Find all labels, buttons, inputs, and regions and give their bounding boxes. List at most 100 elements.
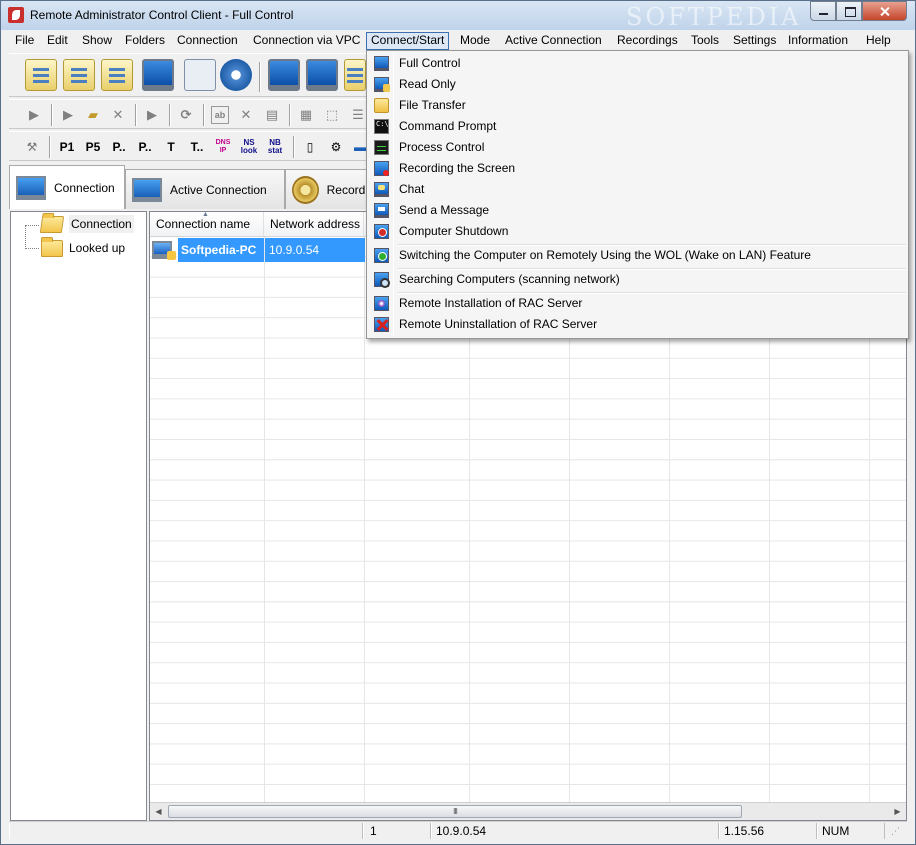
horizontal-scrollbar[interactable]: ◀ III ▶ xyxy=(150,802,906,820)
menu-item-file-transfer[interactable]: File Transfer xyxy=(369,95,906,116)
menu-edit[interactable]: Edit xyxy=(43,32,72,50)
tools-icon[interactable]: ⚒ xyxy=(23,138,41,156)
ping-options-icon[interactable]: P.. xyxy=(136,138,154,156)
file-transfer-icon[interactable] xyxy=(344,59,366,91)
menu-connect-start[interactable]: Connect/Start xyxy=(366,32,450,50)
sort-ascending-icon: ▲ xyxy=(202,211,209,218)
details-view-icon[interactable]: ☰ xyxy=(349,106,367,124)
menu-item-remote-install[interactable]: Remote Installation of RAC Server xyxy=(369,293,906,314)
trace-options-icon[interactable]: T.. xyxy=(188,138,206,156)
connection-properties-icon[interactable] xyxy=(101,59,133,91)
play-icon[interactable]: ▶ xyxy=(59,106,77,124)
menu-item-recording-screen[interactable]: Recording the Screen xyxy=(369,158,906,179)
menu-information[interactable]: Information xyxy=(784,32,852,50)
tree-item-connection[interactable]: Connection xyxy=(39,213,134,235)
dns-ip-icon[interactable]: DNS IP xyxy=(214,138,232,156)
select-icon[interactable]: ⬚ xyxy=(323,106,341,124)
menu-item-command-prompt[interactable]: C:\ Command Prompt xyxy=(369,116,906,137)
toolbar-separator xyxy=(293,136,295,158)
close-button[interactable] xyxy=(862,1,907,21)
ping-continuous-icon[interactable]: P.. xyxy=(110,138,128,156)
menu-mode[interactable]: Mode xyxy=(456,32,494,50)
menu-item-label: Chat xyxy=(399,182,425,196)
remove-icon[interactable]: ✕ xyxy=(237,106,255,124)
toolbar-separator xyxy=(169,104,171,126)
maximize-button[interactable] xyxy=(836,1,862,21)
scroll-right-icon[interactable]: ▶ xyxy=(889,803,906,820)
open-folder-icon[interactable]: ▰ xyxy=(84,106,102,124)
tree-item-label: Looked up xyxy=(69,241,126,255)
title-bar[interactable]: Remote Administrator Control Client - Fu… xyxy=(1,1,915,31)
rename-icon[interactable]: ab xyxy=(211,106,229,124)
play-icon[interactable]: ▶ xyxy=(25,106,43,124)
toolbar-separator xyxy=(289,104,291,126)
menu-item-label: Process Control xyxy=(399,140,485,154)
monitor-icon xyxy=(132,177,162,202)
menu-help[interactable]: Help xyxy=(862,32,895,50)
settings-gear-icon[interactable] xyxy=(220,59,252,91)
menu-item-label: Send a Message xyxy=(399,203,490,217)
trace-icon[interactable]: T xyxy=(162,138,180,156)
status-version: 1.15.56 xyxy=(719,823,817,839)
monitor-icon xyxy=(374,56,389,71)
menu-connection[interactable]: Connection xyxy=(173,32,242,50)
menu-show[interactable]: Show xyxy=(78,32,116,50)
tree-connector xyxy=(25,225,39,226)
menu-item-label: Command Prompt xyxy=(399,119,497,133)
delete-icon[interactable]: ✕ xyxy=(109,106,127,124)
menu-item-read-only[interactable]: Read Only xyxy=(369,74,906,95)
refresh-icon[interactable]: ⟳ xyxy=(177,106,195,124)
menu-item-label: File Transfer xyxy=(399,98,466,112)
column-divider xyxy=(264,236,265,804)
menu-item-chat[interactable]: Chat xyxy=(369,179,906,200)
nbstat-icon[interactable]: NB stat xyxy=(266,138,284,156)
menu-item-wake-on-lan[interactable]: Switching the Computer on Remotely Using… xyxy=(369,245,906,266)
status-numlock: NUM xyxy=(817,823,885,839)
menu-active-connection[interactable]: Active Connection xyxy=(501,32,606,50)
menu-item-send-message[interactable]: Send a Message xyxy=(369,200,906,221)
grid-view-icon[interactable]: ▦ xyxy=(297,106,315,124)
tab-recordings[interactable]: Recordi xyxy=(285,169,369,209)
minimize-button[interactable] xyxy=(810,1,836,21)
folder-tree xyxy=(10,211,147,821)
ping-five-icon[interactable]: P5 xyxy=(84,138,102,156)
read-only-icon[interactable] xyxy=(268,59,300,91)
column-header-connection-name[interactable]: ▲ Connection name xyxy=(150,212,264,236)
full-control-icon[interactable] xyxy=(306,59,338,91)
play-icon[interactable]: ▶ xyxy=(143,106,161,124)
tree-item-looked-up[interactable]: Looked up xyxy=(41,236,126,259)
menu-item-process-control[interactable]: Process Control xyxy=(369,137,906,158)
column-header-label: Network address xyxy=(270,217,361,231)
gears-icon[interactable]: ⚙ xyxy=(327,138,345,156)
tab-connection[interactable]: Connection xyxy=(9,165,125,209)
edit-connection-icon[interactable] xyxy=(63,59,95,91)
menu-tools[interactable]: Tools xyxy=(687,32,723,50)
monitor-icon xyxy=(16,175,46,200)
tab-label: Connection xyxy=(54,180,115,195)
calculator-icon[interactable]: ▯ xyxy=(301,138,319,156)
menu-item-remote-uninstall[interactable]: Remote Uninstallation of RAC Server xyxy=(369,314,906,335)
ping-one-icon[interactable]: P1 xyxy=(58,138,76,156)
list-view-icon[interactable] xyxy=(184,59,216,91)
nslookup-icon[interactable]: NS look xyxy=(240,138,258,156)
status-count: 1 xyxy=(363,823,431,839)
search-computers-icon[interactable] xyxy=(142,59,174,91)
scroll-thumb[interactable]: III xyxy=(168,805,742,818)
scroll-left-icon[interactable]: ◀ xyxy=(150,803,167,820)
resize-grip-icon[interactable]: ⋰ xyxy=(891,826,900,837)
menu-settings[interactable]: Settings xyxy=(729,32,780,50)
menu-item-full-control[interactable]: Full Control xyxy=(369,53,906,74)
menu-item-label: Switching the Computer on Remotely Using… xyxy=(399,248,811,262)
column-header-network-address[interactable]: Network address xyxy=(264,212,364,236)
window-title: Remote Administrator Control Client - Fu… xyxy=(30,8,294,22)
tab-active-connection[interactable]: Active Connection xyxy=(125,169,285,209)
chat-icon xyxy=(374,182,389,197)
menu-item-computer-shutdown[interactable]: Computer Shutdown xyxy=(369,221,906,242)
new-connection-icon[interactable] xyxy=(25,59,57,91)
print-icon[interactable]: ▤ xyxy=(263,106,281,124)
menu-folders[interactable]: Folders xyxy=(121,32,169,50)
menu-connection-via-vpc[interactable]: Connection via VPC xyxy=(249,32,364,50)
menu-item-search-computers[interactable]: Searching Computers (scanning network) xyxy=(369,269,906,290)
menu-recordings[interactable]: Recordings xyxy=(613,32,682,50)
menu-file[interactable]: File xyxy=(11,32,38,50)
